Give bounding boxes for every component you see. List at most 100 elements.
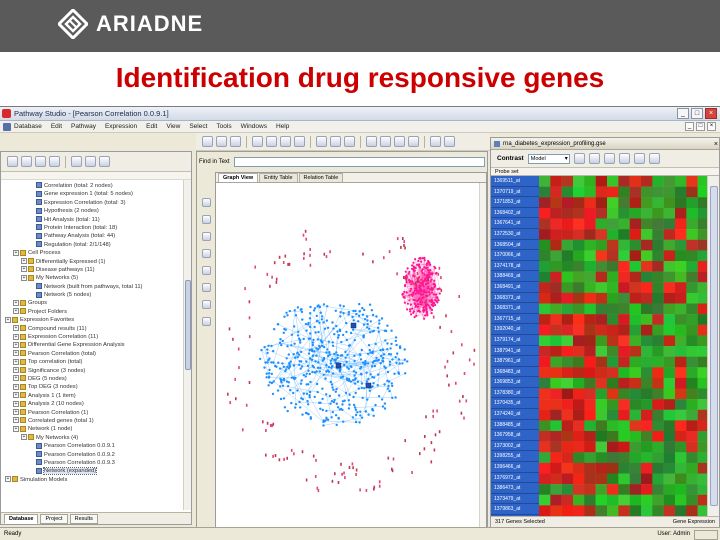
menu-edit[interactable]: Edit bbox=[51, 123, 62, 130]
toolbar-icon[interactable] bbox=[430, 136, 441, 147]
expand-toggle-icon[interactable]: + bbox=[13, 400, 19, 407]
tab-relation-table[interactable]: Relation Table bbox=[298, 173, 344, 182]
tree-item[interactable]: + Cell Process bbox=[1, 249, 191, 257]
probe-id[interactable]: 1374178_at bbox=[491, 261, 539, 272]
menu-expression[interactable]: Expression bbox=[105, 123, 137, 130]
maximize-icon[interactable]: □ bbox=[691, 108, 703, 119]
expand-toggle-icon[interactable]: + bbox=[5, 316, 11, 323]
expand-toggle-icon[interactable]: + bbox=[13, 375, 19, 382]
heatmap-scrollbar[interactable] bbox=[707, 176, 719, 516]
probe-id[interactable]: 1374240_at bbox=[491, 409, 539, 420]
expand-toggle-icon[interactable]: + bbox=[13, 383, 19, 390]
toolbar-icon[interactable] bbox=[201, 249, 211, 258]
toolbar-icon[interactable] bbox=[7, 156, 18, 167]
expand-toggle-icon[interactable]: + bbox=[13, 325, 19, 332]
toolbar-icon[interactable] bbox=[573, 153, 585, 164]
expand-toggle-icon[interactable]: + bbox=[21, 434, 27, 441]
probe-id[interactable]: 1368371_at bbox=[491, 303, 539, 314]
probe-id[interactable]: 1386473_at bbox=[491, 483, 539, 494]
toolbar-icon[interactable] bbox=[633, 153, 645, 164]
menu-edit-2[interactable]: Edit bbox=[146, 123, 157, 130]
probe-id[interactable]: 1378380_at bbox=[491, 388, 539, 399]
expand-toggle-icon[interactable]: + bbox=[13, 333, 19, 340]
expand-toggle-icon[interactable]: + bbox=[13, 299, 19, 306]
menu-select[interactable]: Select bbox=[189, 123, 207, 130]
tab-database[interactable]: Database bbox=[4, 513, 39, 524]
close-icon[interactable]: × bbox=[705, 108, 717, 119]
tree-item[interactable]: Pearson Correlation 0.0.9.3 bbox=[1, 459, 191, 467]
tree-item[interactable]: + Project Folders bbox=[1, 308, 191, 316]
toolbar-icon[interactable] bbox=[21, 156, 32, 167]
expand-toggle-icon[interactable]: + bbox=[21, 274, 27, 281]
tab-entity-table[interactable]: Entity Table bbox=[259, 173, 298, 182]
tree-item[interactable]: + Pearson Correlation (1) bbox=[1, 409, 191, 417]
tree-item[interactable]: + Differential Gene Expression Analysis bbox=[1, 341, 191, 349]
menu-windows[interactable]: Windows bbox=[241, 123, 267, 130]
probe-id[interactable]: 1373002_at bbox=[491, 441, 539, 452]
tree-item[interactable]: Expression Correlation (total: 3) bbox=[1, 199, 191, 207]
toolbar-icon[interactable] bbox=[444, 136, 455, 147]
tab-results[interactable]: Results bbox=[69, 513, 98, 524]
probe-id[interactable]: 1368504_at bbox=[491, 240, 539, 251]
expand-toggle-icon[interactable]: + bbox=[13, 358, 19, 365]
probe-id[interactable]: 1398255_at bbox=[491, 451, 539, 463]
tree-item[interactable]: Network (5 nodes) bbox=[1, 291, 191, 299]
tree-item[interactable]: + Expression Correlation (11) bbox=[1, 333, 191, 341]
tree-item[interactable]: + Simulation Models bbox=[1, 476, 191, 484]
minimize-icon[interactable]: _ bbox=[677, 108, 689, 119]
toolbar-icon[interactable] bbox=[603, 153, 615, 164]
scroll-thumb[interactable] bbox=[710, 186, 718, 506]
toolbar-icon[interactable] bbox=[648, 153, 660, 164]
tree-item[interactable]: + Network (1 node) bbox=[1, 425, 191, 433]
toolbar-icon[interactable] bbox=[201, 215, 211, 224]
tree-item[interactable]: Pearson Correlation 0.0.9.1 bbox=[1, 442, 191, 450]
probe-id[interactable]: 1371853_at bbox=[491, 197, 539, 208]
toolbar-icon[interactable] bbox=[618, 153, 630, 164]
toolbar-icon[interactable] bbox=[201, 283, 211, 292]
network-graph[interactable] bbox=[216, 183, 480, 533]
probe-id[interactable]: 1370066_at bbox=[491, 250, 539, 261]
probe-id[interactable]: 1379863_at bbox=[491, 504, 539, 515]
tree-item[interactable]: Network (expanded) bbox=[1, 467, 191, 476]
tree-item[interactable]: Pathway Analysis (total: 44) bbox=[1, 232, 191, 240]
toolbar-icon[interactable] bbox=[394, 136, 405, 147]
tree-item[interactable]: Gene expression 1 (total: 5 nodes) bbox=[1, 190, 191, 198]
tree-item[interactable]: Regulation (total: 2/1/148) bbox=[1, 241, 191, 249]
tree-item[interactable]: + My Networks (4) bbox=[1, 434, 191, 442]
toolbar-icon[interactable] bbox=[230, 136, 241, 147]
expand-toggle-icon[interactable]: + bbox=[13, 392, 19, 399]
probe-id[interactable]: 1379174_at bbox=[491, 335, 539, 346]
tree-item[interactable]: + Significance (3 nodes) bbox=[1, 367, 191, 375]
probe-id[interactable]: 1367958_at bbox=[491, 430, 539, 441]
probe-id[interactable]: 1369853_at bbox=[491, 377, 539, 388]
tree-item[interactable]: Protein Interaction (total: 18) bbox=[1, 224, 191, 232]
tree-item[interactable]: Hit Analysis (total: 11) bbox=[1, 216, 191, 224]
tree-item[interactable]: + Disease pathways (11) bbox=[1, 266, 191, 274]
expand-toggle-icon[interactable]: + bbox=[13, 417, 19, 424]
menu-database[interactable]: Database bbox=[14, 123, 42, 130]
probe-id[interactable]: 1369511_at bbox=[491, 176, 539, 187]
tree-item[interactable]: + Analysis 2 (10 nodes) bbox=[1, 400, 191, 408]
probe-id[interactable]: 1368402_at bbox=[491, 208, 539, 219]
expand-toggle-icon[interactable]: + bbox=[21, 266, 27, 273]
tree-item[interactable]: + Top correlation (total) bbox=[1, 358, 191, 366]
mdi-minimize-icon[interactable]: _ bbox=[685, 122, 694, 131]
toolbar-icon[interactable] bbox=[201, 198, 211, 207]
probe-id[interactable]: 1367715_at bbox=[491, 314, 539, 325]
tree-item[interactable]: Correlation (total: 2 nodes) bbox=[1, 182, 191, 190]
probe-id[interactable]: 1368373_at bbox=[491, 293, 539, 304]
probe-id[interactable]: 1387961_at bbox=[491, 356, 539, 367]
probe-id[interactable]: 1370719_at bbox=[491, 187, 539, 198]
menu-tools[interactable]: Tools bbox=[216, 123, 231, 130]
toolbar-icon[interactable] bbox=[252, 136, 263, 147]
tree-item[interactable]: + My Networks (5) bbox=[1, 274, 191, 282]
toolbar-icon[interactable] bbox=[201, 266, 211, 275]
toolbar-icon[interactable] bbox=[280, 136, 291, 147]
mdi-close-icon[interactable]: × bbox=[707, 122, 716, 131]
probe-id[interactable]: 1376972_at bbox=[491, 473, 539, 484]
tree-item[interactable]: + Correlated genes (total 1) bbox=[1, 417, 191, 425]
tab-graph-view[interactable]: Graph View bbox=[218, 173, 259, 182]
toolbar-icon[interactable] bbox=[201, 317, 211, 326]
probe-id[interactable]: 1388469_at bbox=[491, 271, 539, 282]
tab-project[interactable]: Project bbox=[40, 513, 68, 524]
